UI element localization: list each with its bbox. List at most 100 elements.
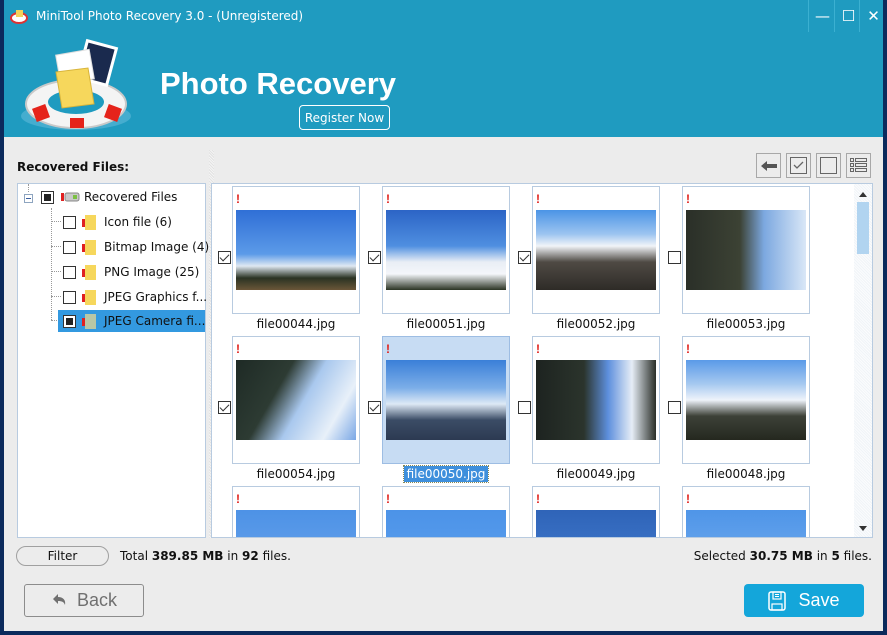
warning-icon: !: [386, 192, 390, 206]
file-name-text: file00044.jpg: [256, 317, 336, 331]
file-name[interactable]: file00053.jpg: [682, 317, 810, 331]
file-name[interactable]: file00052.jpg: [532, 317, 660, 331]
tree-item-checkbox[interactable]: [63, 265, 76, 279]
file-name-text: file00052.jpg: [556, 317, 636, 331]
tree-item-checkbox[interactable]: [63, 215, 76, 229]
maximize-button[interactable]: ☐: [834, 0, 862, 32]
file-name[interactable]: file00051.jpg: [382, 317, 510, 331]
file-checkbox[interactable]: [368, 401, 381, 414]
total-suffix: files.: [262, 549, 291, 563]
scroll-thumb[interactable]: [857, 202, 869, 254]
file-thumbnail[interactable]: !: [682, 186, 810, 314]
app-window: MiniTool Photo Recovery 3.0 - (Unregiste…: [4, 0, 883, 631]
file-name-text: file00049.jpg: [556, 467, 636, 481]
file-name[interactable]: file00044.jpg: [232, 317, 360, 331]
root-checkbox[interactable]: [41, 190, 54, 204]
warning-icon: !: [236, 342, 240, 356]
tree-item-checkbox[interactable]: [63, 314, 76, 328]
file-thumbnail[interactable]: !: [382, 186, 510, 314]
minimize-button[interactable]: —: [808, 0, 836, 32]
go-up-button[interactable]: [756, 153, 781, 178]
view-mode-button[interactable]: [846, 153, 871, 178]
folder-warning-icon: [82, 214, 96, 230]
file-checkbox[interactable]: [518, 251, 531, 264]
file-checkbox[interactable]: [368, 251, 381, 264]
warning-icon: !: [236, 192, 240, 206]
file-checkbox[interactable]: [218, 401, 231, 414]
selected-suffix: files.: [843, 549, 872, 563]
back-button[interactable]: Back: [24, 584, 144, 617]
file-checkbox[interactable]: [218, 251, 231, 264]
file-thumbnail[interactable]: !: [232, 336, 360, 464]
folder-warning-icon: [82, 289, 96, 305]
vertical-scrollbar[interactable]: [854, 184, 872, 537]
file-name[interactable]: file00050.jpg: [382, 465, 510, 483]
folder-warning-icon: [82, 239, 96, 255]
scroll-down-icon[interactable]: [859, 526, 867, 531]
file-checkbox[interactable]: [668, 251, 681, 264]
save-label: Save: [798, 590, 840, 610]
tree-item-label: JPEG Graphics f...: [104, 290, 208, 304]
scroll-up-icon[interactable]: [859, 192, 867, 197]
title-bar[interactable]: MiniTool Photo Recovery 3.0 - (Unregiste…: [4, 0, 883, 32]
tree-root-recovered-files[interactable]: Recovered Files: [41, 186, 177, 208]
file-thumbnail[interactable]: !: [232, 486, 360, 537]
save-button[interactable]: Save: [744, 584, 864, 617]
file-thumbnail[interactable]: !: [532, 486, 660, 537]
file-thumbnail[interactable]: !: [382, 336, 510, 464]
tree-item-bitmap-image[interactable]: Bitmap Image (4): [63, 236, 209, 258]
app-logo-icon: [10, 10, 28, 24]
filter-button[interactable]: Filter: [16, 546, 109, 566]
file-name[interactable]: file00049.jpg: [532, 467, 660, 481]
lifebuoy-logo-icon: [21, 38, 131, 130]
tree-item-checkbox[interactable]: [63, 290, 76, 304]
warning-icon: !: [686, 492, 690, 506]
floppy-disk-icon: [768, 590, 787, 611]
file-name[interactable]: file00054.jpg: [232, 467, 360, 481]
warning-icon: !: [536, 192, 540, 206]
drive-icon: [61, 192, 80, 202]
warning-icon: !: [686, 342, 690, 356]
tree-line: [51, 271, 61, 272]
tree-item-label: JPEG Camera fi...: [104, 314, 206, 328]
file-name[interactable]: file00048.jpg: [682, 467, 810, 481]
back-arrow-icon: [760, 160, 777, 171]
tree-item-icon-file[interactable]: Icon file (6): [63, 211, 172, 233]
list-view-icon: [850, 158, 867, 172]
file-thumbnail[interactable]: !: [232, 186, 360, 314]
check-all-icon: [790, 157, 807, 174]
total-count: 92: [242, 549, 259, 563]
warning-icon: !: [236, 492, 240, 506]
photo-preview: [386, 360, 506, 440]
tree-line: [51, 221, 61, 222]
tree-item-checkbox[interactable]: [63, 240, 76, 254]
warning-icon: !: [536, 492, 540, 506]
collapse-toggle[interactable]: [24, 194, 33, 203]
folder-warning-icon: [82, 313, 96, 329]
tree-item-jpeg-camera[interactable]: JPEG Camera fi...: [58, 310, 205, 332]
uncheck-all-button[interactable]: [816, 153, 841, 178]
tree-item-jpeg-graphics[interactable]: JPEG Graphics f...: [63, 286, 207, 308]
check-all-button[interactable]: [786, 153, 811, 178]
file-name-text: file00048.jpg: [706, 467, 786, 481]
file-thumbnail[interactable]: !: [682, 486, 810, 537]
warning-icon: !: [536, 342, 540, 356]
tree-item-label: Bitmap Image (4): [104, 240, 210, 254]
file-checkbox[interactable]: [518, 401, 531, 414]
file-thumbnail[interactable]: !: [382, 486, 510, 537]
tree-item-png-image[interactable]: PNG Image (25): [63, 261, 199, 283]
photo-preview: [536, 360, 656, 440]
file-thumbnail[interactable]: !: [532, 186, 660, 314]
tree-item-label: Icon file (6): [104, 215, 172, 229]
minimize-icon: —: [815, 7, 830, 25]
register-now-button[interactable]: Register Now: [299, 105, 390, 130]
file-checkbox[interactable]: [668, 401, 681, 414]
file-thumbnail[interactable]: !: [682, 336, 810, 464]
file-thumbnail[interactable]: !: [532, 336, 660, 464]
header-banner: MiniTool Photo Recovery 3.0 - (Unregiste…: [4, 0, 883, 137]
selected-size: 30.75 MB: [749, 549, 813, 563]
selected-count: 5: [831, 549, 840, 563]
close-button[interactable]: ✕: [859, 0, 887, 32]
tree-line: [51, 246, 61, 247]
recovered-files-label: Recovered Files:: [17, 160, 130, 174]
